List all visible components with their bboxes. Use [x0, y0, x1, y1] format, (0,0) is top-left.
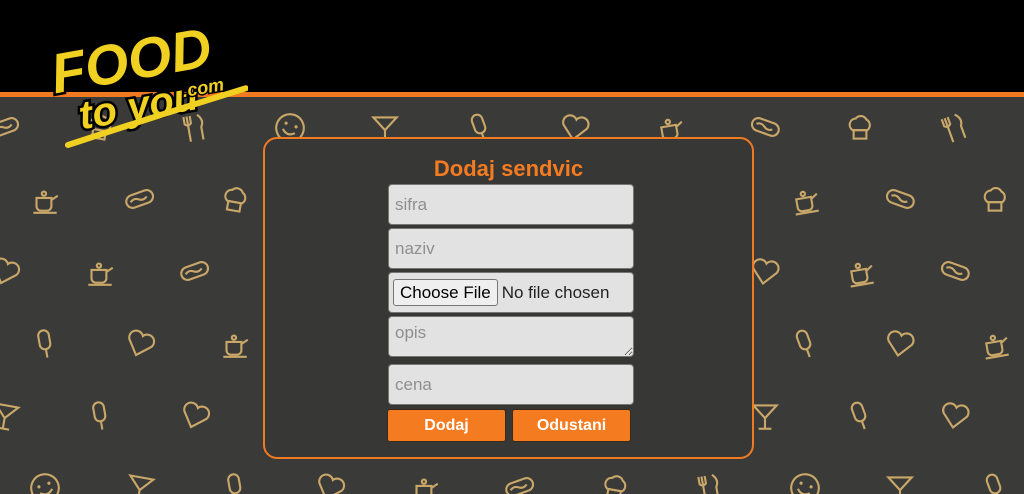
popsicle-icon: [227, 473, 242, 494]
teapot-icon: [985, 334, 1009, 360]
foodtoyou-logo[interactable]: FOOD to you .com: [38, 6, 249, 156]
heart-icon: [128, 329, 156, 357]
popsicle-icon: [92, 401, 107, 430]
smiley-icon: [790, 473, 820, 494]
opis-textarea[interactable]: [388, 316, 634, 357]
naziv-input[interactable]: [388, 228, 634, 269]
cocktail-icon: [0, 402, 21, 431]
hotdog-icon: [885, 189, 915, 209]
hotdog-icon: [125, 189, 155, 209]
chef-hat-icon: [604, 475, 627, 494]
cena-input[interactable]: [388, 364, 634, 405]
cocktail-icon: [128, 474, 156, 494]
cancel-button[interactable]: Odustani: [512, 409, 631, 442]
chef-hat-icon: [848, 115, 871, 140]
file-status-text: No file chosen: [501, 282, 610, 302]
form-title: Dodaj sendvic: [433, 156, 584, 181]
heart-icon: [183, 401, 211, 429]
hotdog-icon: [505, 477, 535, 494]
choose-file-button[interactable]: Choose File: [393, 279, 498, 306]
smiley-icon: [30, 473, 60, 494]
teapot-icon: [795, 190, 819, 216]
teapot-icon: [223, 334, 249, 358]
popsicle-icon: [37, 329, 52, 358]
add-sandwich-panel: Dodaj sendvic Choose File No file chosen…: [263, 137, 754, 459]
heart-icon: [942, 402, 970, 430]
heart-icon: [318, 473, 346, 494]
hotdog-icon: [940, 261, 970, 281]
teapot-icon: [415, 478, 439, 494]
teapot-icon: [88, 262, 114, 286]
cutlery-icon: [940, 113, 967, 143]
teapot-icon: [850, 262, 874, 288]
image-file-input[interactable]: Choose File No file chosen: [388, 272, 634, 313]
heart-icon: [887, 330, 915, 358]
popsicle-icon: [985, 473, 1002, 494]
popsicle-icon: [850, 401, 867, 430]
popsicle-icon: [795, 329, 812, 358]
heart-icon: [0, 257, 21, 285]
cocktail-icon: [885, 476, 915, 494]
chef-hat-icon: [224, 187, 247, 213]
hotdog-icon: [0, 117, 20, 137]
chef-hat-icon: [983, 187, 1006, 212]
sifra-input[interactable]: [388, 184, 634, 225]
cutlery-icon: [697, 473, 720, 494]
add-button[interactable]: Dodaj: [387, 409, 506, 442]
teapot-icon: [33, 190, 59, 214]
hotdog-icon: [180, 261, 210, 281]
